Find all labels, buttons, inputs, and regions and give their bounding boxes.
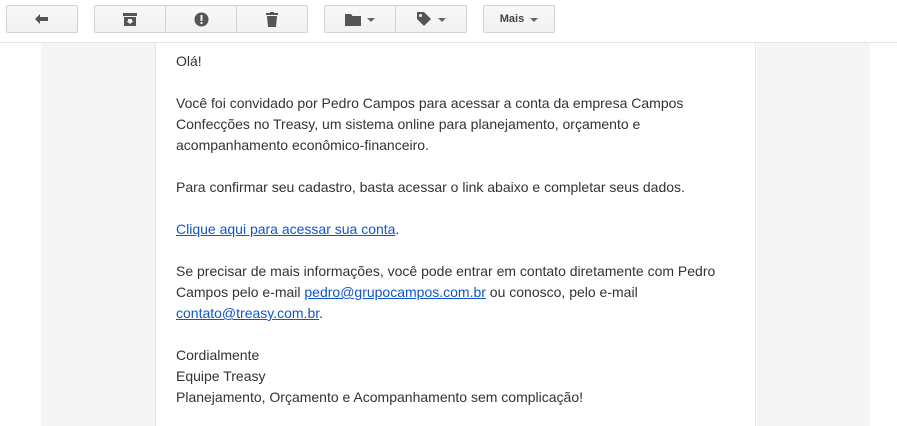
more-button-label: Mais <box>499 13 525 25</box>
signoff: Cordialmente <box>176 347 260 363</box>
contact-text-2: ou conosco, pelo e-mail <box>485 284 638 300</box>
delete-button[interactable] <box>237 5 308 33</box>
access-link-paragraph: Clique aqui para acessar sua conta. <box>176 219 736 240</box>
left-gutter <box>41 43 155 426</box>
chevron-down-icon <box>530 18 539 22</box>
archive-button[interactable] <box>94 5 166 33</box>
move-to-button[interactable] <box>324 5 396 33</box>
treasy-email-link[interactable]: contato@treasy.com.br <box>176 305 319 321</box>
right-gutter <box>757 43 870 426</box>
back-arrow-icon <box>34 13 50 25</box>
contact-text-3: . <box>319 305 324 321</box>
chevron-down-icon <box>438 18 446 22</box>
tag-icon <box>416 11 432 27</box>
folder-icon <box>345 13 361 26</box>
tagline: Planejamento, Orçamento e Acompanhamento… <box>176 389 583 405</box>
report-spam-icon <box>194 12 209 27</box>
access-link-suffix: . <box>395 221 400 237</box>
archive-icon <box>123 12 137 26</box>
pedro-email-link[interactable]: pedro@grupocampos.com.br <box>304 284 486 300</box>
signature: Cordialmente Equipe Treasy Planejamento,… <box>176 345 736 408</box>
toolbar: Mais <box>0 0 897 43</box>
contact-paragraph: Se precisar de mais informações, você po… <box>176 261 736 324</box>
chevron-down-icon <box>367 18 375 22</box>
report-spam-button[interactable] <box>166 5 237 33</box>
email-body: Olá! Você foi convidado por Pedro Campos… <box>176 51 736 408</box>
confirm-paragraph: Para confirmar seu cadastro, basta acess… <box>176 179 685 195</box>
reading-pane: Olá! Você foi convidado por Pedro Campos… <box>0 43 897 426</box>
access-account-link[interactable]: Clique aqui para acessar sua conta <box>176 221 395 237</box>
greeting: Olá! <box>176 53 202 69</box>
team-name: Equipe Treasy <box>176 368 266 384</box>
trash-icon <box>266 11 278 27</box>
email-message: Olá! Você foi convidado por Pedro Campos… <box>155 43 756 426</box>
back-button[interactable] <box>6 5 78 33</box>
more-button[interactable]: Mais <box>483 5 555 33</box>
invite-paragraph: Você foi convidado por Pedro Campos para… <box>176 95 684 153</box>
labels-button[interactable] <box>396 5 467 33</box>
